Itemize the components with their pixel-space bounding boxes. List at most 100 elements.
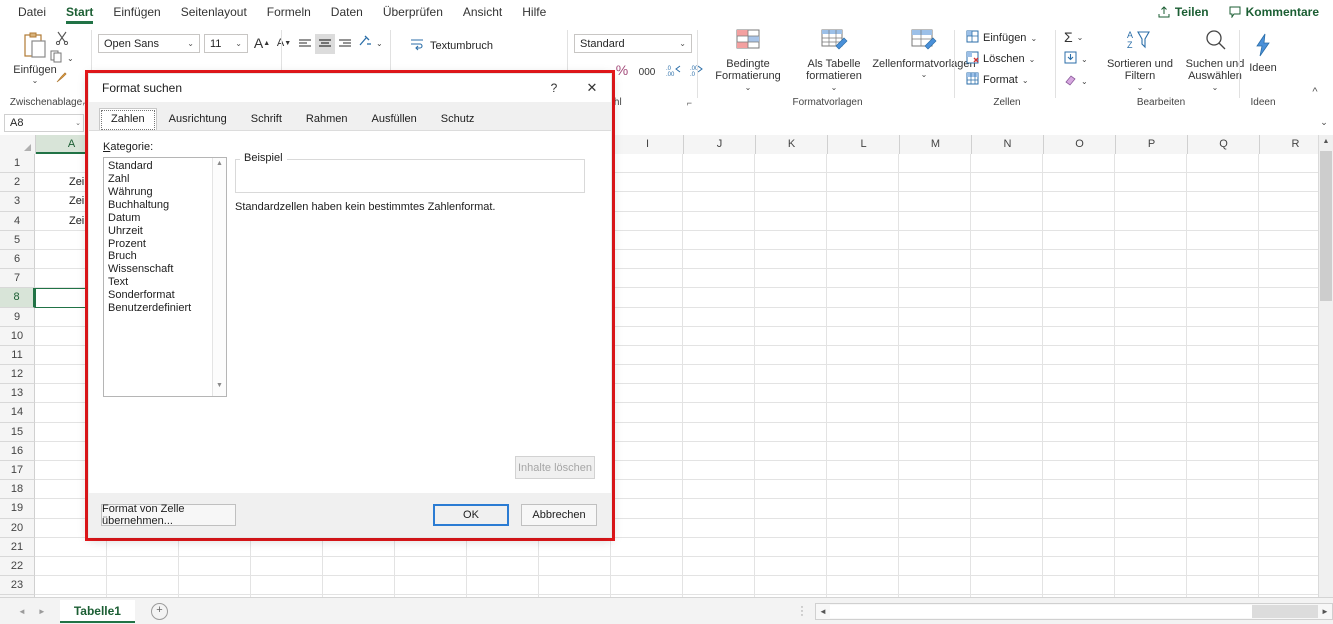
close-icon[interactable]: ✕ — [573, 74, 611, 102]
cell-o23[interactable] — [1043, 576, 1115, 596]
cell-k21[interactable] — [755, 537, 827, 557]
cell-p19[interactable] — [1115, 499, 1187, 519]
cell-m8[interactable] — [899, 288, 971, 308]
cell-n20[interactable] — [971, 518, 1043, 538]
cell-o15[interactable] — [1043, 422, 1115, 442]
thousands-separator-button[interactable]: 000 — [634, 62, 660, 82]
cell-m12[interactable] — [899, 365, 971, 385]
cell-k20[interactable] — [755, 518, 827, 538]
cell-i4[interactable] — [611, 211, 683, 231]
category-item-text[interactable]: Text — [108, 277, 212, 290]
cell-n4[interactable] — [971, 211, 1043, 231]
cell-g22[interactable] — [467, 556, 539, 577]
cell-j1[interactable] — [683, 154, 755, 174]
cell-q21[interactable] — [1187, 537, 1259, 557]
cell-n13[interactable] — [971, 384, 1043, 404]
cell-p16[interactable] — [1115, 441, 1187, 461]
ribbon-tab-daten[interactable]: Daten — [321, 2, 373, 23]
cell-j6[interactable] — [683, 249, 755, 270]
ribbon-tab-hilfe[interactable]: Hilfe — [512, 2, 556, 23]
cell-p23[interactable] — [1115, 576, 1187, 596]
cell-o20[interactable] — [1043, 518, 1115, 538]
cell-p6[interactable] — [1115, 249, 1187, 270]
cell-l23[interactable] — [827, 576, 899, 596]
cell-p12[interactable] — [1115, 365, 1187, 385]
cell-n6[interactable] — [971, 249, 1043, 270]
cell-n8[interactable] — [971, 288, 1043, 308]
cell-j7[interactable] — [683, 269, 755, 289]
dialog-tab-schutz[interactable]: Schutz — [429, 108, 487, 131]
cell-o22[interactable] — [1043, 556, 1115, 577]
cell-j22[interactable] — [683, 556, 755, 577]
cell-q2[interactable] — [1187, 173, 1259, 193]
cell-n22[interactable] — [971, 556, 1043, 577]
ribbon-tab-start[interactable]: Start — [56, 2, 103, 24]
cell-k7[interactable] — [755, 269, 827, 289]
cell-j15[interactable] — [683, 422, 755, 442]
row-header-23[interactable]: 23 — [0, 576, 35, 596]
align-center-button[interactable] — [315, 34, 335, 54]
add-sheet-button[interactable]: + — [150, 602, 168, 620]
chevron-down-icon[interactable]: ⌄ — [376, 39, 383, 48]
chevron-down-icon[interactable]: ⌄ — [1029, 55, 1036, 64]
grow-font-button[interactable]: A ▲ — [252, 33, 272, 53]
cell-k15[interactable] — [755, 422, 827, 442]
cut-button[interactable] — [52, 28, 72, 48]
clear-button[interactable]: ⌄ — [1064, 73, 1088, 89]
cell-n18[interactable] — [971, 480, 1043, 500]
cell-p8[interactable] — [1115, 288, 1187, 308]
row-header-22[interactable]: 22 — [0, 556, 35, 577]
column-header-m[interactable]: M — [900, 135, 972, 154]
cell-e23[interactable] — [323, 576, 395, 596]
cell-m23[interactable] — [899, 576, 971, 596]
cell-o4[interactable] — [1043, 211, 1115, 231]
cell-n10[interactable] — [971, 326, 1043, 346]
cell-k6[interactable] — [755, 249, 827, 270]
cell-p2[interactable] — [1115, 173, 1187, 193]
cell-d22[interactable] — [251, 556, 323, 577]
cell-i16[interactable] — [611, 441, 683, 461]
ribbon-tab-datei[interactable]: Datei — [8, 2, 56, 23]
row-header-11[interactable]: 11 — [0, 345, 35, 366]
cell-j3[interactable] — [683, 192, 755, 212]
wrap-text-button[interactable]: Textumbruch — [410, 38, 493, 54]
category-item-währung[interactable]: Währung — [108, 186, 212, 199]
cell-p14[interactable] — [1115, 403, 1187, 423]
cell-m10[interactable] — [899, 326, 971, 346]
cell-j16[interactable] — [683, 441, 755, 461]
cell-p22[interactable] — [1115, 556, 1187, 577]
cell-q3[interactable] — [1187, 192, 1259, 212]
chevron-down-icon[interactable]: ⌄ — [676, 39, 689, 48]
row-header-19[interactable]: 19 — [0, 499, 35, 519]
cell-j23[interactable] — [683, 576, 755, 596]
dialog-tab-rahmen[interactable]: Rahmen — [294, 108, 360, 131]
cell-i17[interactable] — [611, 461, 683, 481]
cell-k19[interactable] — [755, 499, 827, 519]
dialog-tab-ausfuellen[interactable]: Ausfüllen — [360, 108, 429, 131]
cell-o14[interactable] — [1043, 403, 1115, 423]
cell-k2[interactable] — [755, 173, 827, 193]
cell-j10[interactable] — [683, 326, 755, 346]
scroll-down-arrow[interactable]: ▼ — [213, 382, 226, 394]
cell-o6[interactable] — [1043, 249, 1115, 270]
cell-q20[interactable] — [1187, 518, 1259, 538]
cell-k11[interactable] — [755, 345, 827, 366]
clear-contents-button[interactable]: Inhalte löschen — [515, 456, 595, 479]
cell-o7[interactable] — [1043, 269, 1115, 289]
category-list-scrollbar[interactable]: ▲ ▼ — [212, 158, 226, 396]
cell-h23[interactable] — [539, 576, 611, 596]
cell-l12[interactable] — [827, 365, 899, 385]
ribbon-tab-ansicht[interactable]: Ansicht — [453, 2, 512, 23]
vertical-scroll-thumb[interactable] — [1320, 151, 1332, 301]
ribbon-tab-einfuegen[interactable]: Einfügen — [103, 2, 170, 23]
cell-m17[interactable] — [899, 461, 971, 481]
cell-p18[interactable] — [1115, 480, 1187, 500]
cell-j9[interactable] — [683, 307, 755, 327]
cell-i2[interactable] — [611, 173, 683, 193]
row-header-15[interactable]: 15 — [0, 422, 35, 442]
cell-n19[interactable] — [971, 499, 1043, 519]
category-item-sonderformat[interactable]: Sonderformat — [108, 290, 212, 303]
category-item-benutzerdefiniert[interactable]: Benutzerdefiniert — [108, 303, 212, 316]
cell-l19[interactable] — [827, 499, 899, 519]
font-name-combo[interactable]: Open Sans ⌄ — [98, 34, 200, 53]
